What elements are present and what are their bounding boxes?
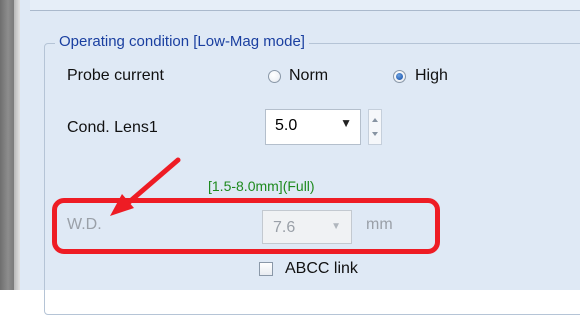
spin-down-icon[interactable]: [372, 132, 378, 136]
cond-lens-value: 5.0: [275, 117, 298, 134]
cond-lens-select[interactable]: 5.0 ▼: [265, 109, 361, 145]
abcc-link-checkbox[interactable]: [259, 262, 273, 276]
annotation-highlight-box: [52, 198, 440, 254]
group-title: Operating condition [Low-Mag mode]: [55, 33, 309, 50]
left-edge-strip: [0, 0, 20, 290]
abcc-link-label[interactable]: ABCC link: [285, 260, 358, 278]
radio-high-label[interactable]: High: [415, 67, 448, 85]
probe-current-label: Probe current: [67, 67, 164, 84]
spin-up-icon[interactable]: [372, 118, 378, 122]
cond-lens-label: Cond. Lens1: [67, 119, 158, 136]
cond-lens-spinner[interactable]: [368, 109, 382, 145]
radio-norm[interactable]: [268, 70, 281, 83]
panel-top-border: [30, 0, 580, 11]
wd-range-text: [1.5-8.0mm](Full): [208, 178, 315, 194]
radio-norm-label[interactable]: Norm: [289, 67, 328, 85]
radio-high[interactable]: [393, 70, 406, 83]
chevron-down-icon: ▼: [340, 116, 352, 130]
